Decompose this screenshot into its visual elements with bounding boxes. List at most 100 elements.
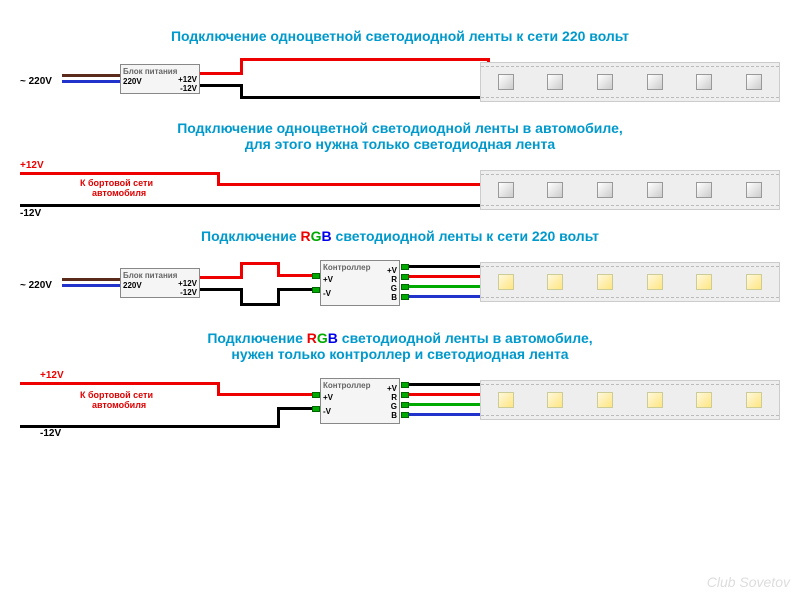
- wire-rgb-r: [409, 275, 491, 278]
- rgb-r: R: [301, 228, 311, 244]
- title-2b: для этого нужна только светодиодная лент…: [245, 136, 555, 152]
- wire-red-4b: [217, 393, 317, 396]
- led-icon: [547, 182, 563, 198]
- rgb-b-4: B: [328, 330, 338, 346]
- ctrl-pv-4: +V: [323, 393, 333, 402]
- led-rgb-icon: [547, 392, 563, 408]
- diagram-1: ~ 220V Блок питания 220V +12V -12V: [20, 52, 780, 112]
- title-2a: Подключение одноцветной светодиодной лен…: [177, 120, 623, 136]
- led-icon: [547, 74, 563, 90]
- title-4b: нужен только контроллер и светодиодная л…: [231, 346, 568, 362]
- diagram-4: +12V К бортовой сетиавтомобиля -12V Конт…: [20, 370, 780, 445]
- led-rgb-icon: [498, 274, 514, 290]
- ctrl-og-3: G: [391, 284, 397, 293]
- ctrl-ov-3: +V: [387, 266, 397, 275]
- ledstrip-2: [480, 170, 780, 210]
- psu-outm-3: -12V: [180, 288, 197, 297]
- ctrl-ob-3: B: [391, 293, 397, 302]
- wire-red-3a: [200, 276, 240, 279]
- pin-icon: [401, 392, 409, 398]
- psu-in: 220V: [123, 77, 142, 86]
- controller-box-3: Контроллер +V -V +V R G B: [320, 260, 400, 306]
- led-rgb-icon: [696, 274, 712, 290]
- psu-box: Блок питания 220V +12V -12V: [120, 64, 200, 94]
- wire-red-4a: [20, 382, 220, 385]
- pin-icon: [401, 412, 409, 418]
- wire-brown: [62, 74, 122, 77]
- pin-icon: [401, 264, 409, 270]
- wire-black-2: [240, 96, 490, 99]
- title-3b: светодиодной ленты к сети 220 вольт: [332, 228, 599, 244]
- led-icon: [647, 74, 663, 90]
- rgb-b: B: [322, 228, 332, 244]
- psu-outp-3: +12V: [178, 279, 197, 288]
- wire-black-3a: [200, 288, 240, 291]
- led-icon: [746, 74, 762, 90]
- title-4a-rest: светодиодной ленты в автомобиле,: [338, 330, 593, 346]
- led-rgb-icon: [746, 392, 762, 408]
- wire-black-4b: [277, 407, 317, 410]
- led-rgb-icon: [647, 274, 663, 290]
- ledstrip-1: [480, 62, 780, 102]
- label-220v-3: ~ 220V: [20, 280, 52, 291]
- wire-rgb-r-4: [409, 393, 491, 396]
- label-m12: -12V: [20, 208, 41, 219]
- label-p12-4: +12V: [40, 370, 64, 381]
- led-rgb-icon: [647, 392, 663, 408]
- pin-icon: [401, 382, 409, 388]
- wire-blue: [62, 80, 122, 83]
- pin-icon: [312, 392, 320, 398]
- ctrl-ob-4: B: [391, 411, 397, 420]
- wire-black-4v: [277, 407, 280, 428]
- wire-rgb-v-4: [409, 383, 491, 386]
- ctrl-mv-3: -V: [323, 289, 331, 298]
- wire-rgb-g: [409, 285, 491, 288]
- led-icon: [498, 74, 514, 90]
- label-m12-4: -12V: [40, 428, 61, 439]
- title-3a: Подключение: [201, 228, 300, 244]
- wire-rgb-v: [409, 265, 491, 268]
- led-icon: [647, 182, 663, 198]
- pin-icon: [401, 284, 409, 290]
- wire-red-2: [240, 58, 490, 61]
- ctrl-pv-3: +V: [323, 275, 333, 284]
- led-rgb-icon: [498, 392, 514, 408]
- pin-icon: [312, 406, 320, 412]
- psu-out-m: -12V: [180, 84, 197, 93]
- pin-icon: [312, 287, 320, 293]
- wire-rgb-b: [409, 295, 491, 298]
- psu-out-p: +12V: [178, 75, 197, 84]
- wire-red-car-2: [217, 183, 490, 186]
- led-icon: [696, 74, 712, 90]
- led-rgb-icon: [696, 392, 712, 408]
- wire-rgb-g-4: [409, 403, 491, 406]
- ctrl-og-4: G: [391, 402, 397, 411]
- wire-brown-3: [62, 278, 122, 281]
- ledstrip-3: [480, 262, 780, 302]
- led-rgb-icon: [597, 392, 613, 408]
- car-note-4: К бортовой сетиавтомобиля: [80, 390, 153, 410]
- rgb-g: G: [311, 228, 322, 244]
- pin-icon: [401, 274, 409, 280]
- ctrl-mv-4: -V: [323, 407, 331, 416]
- rgb-r-4: R: [307, 330, 317, 346]
- ctrl-title-3: Контроллер: [323, 263, 397, 272]
- led-icon: [696, 182, 712, 198]
- pin-icon: [312, 273, 320, 279]
- led-rgb-icon: [746, 274, 762, 290]
- wire-red-3b: [240, 262, 280, 265]
- ctrl-or-4: R: [391, 393, 397, 402]
- wire-black-3c: [277, 288, 317, 291]
- wire-black-1: [200, 84, 240, 87]
- ctrl-title-4: Контроллер: [323, 381, 397, 390]
- wire-red-car: [20, 172, 220, 175]
- led-rgb-icon: [547, 274, 563, 290]
- led-rgb-icon: [597, 274, 613, 290]
- wire-black-3b: [240, 303, 280, 306]
- diagram-3: ~ 220V Блок питания 220V +12V -12V Контр…: [20, 252, 780, 322]
- ctrl-or-3: R: [391, 275, 397, 284]
- wire-red-1: [200, 72, 240, 75]
- wire-red-3c: [277, 274, 317, 277]
- diagram-2: +12V К бортовой сетиавтомобиля -12V: [20, 160, 780, 220]
- rgb-g-4: G: [317, 330, 328, 346]
